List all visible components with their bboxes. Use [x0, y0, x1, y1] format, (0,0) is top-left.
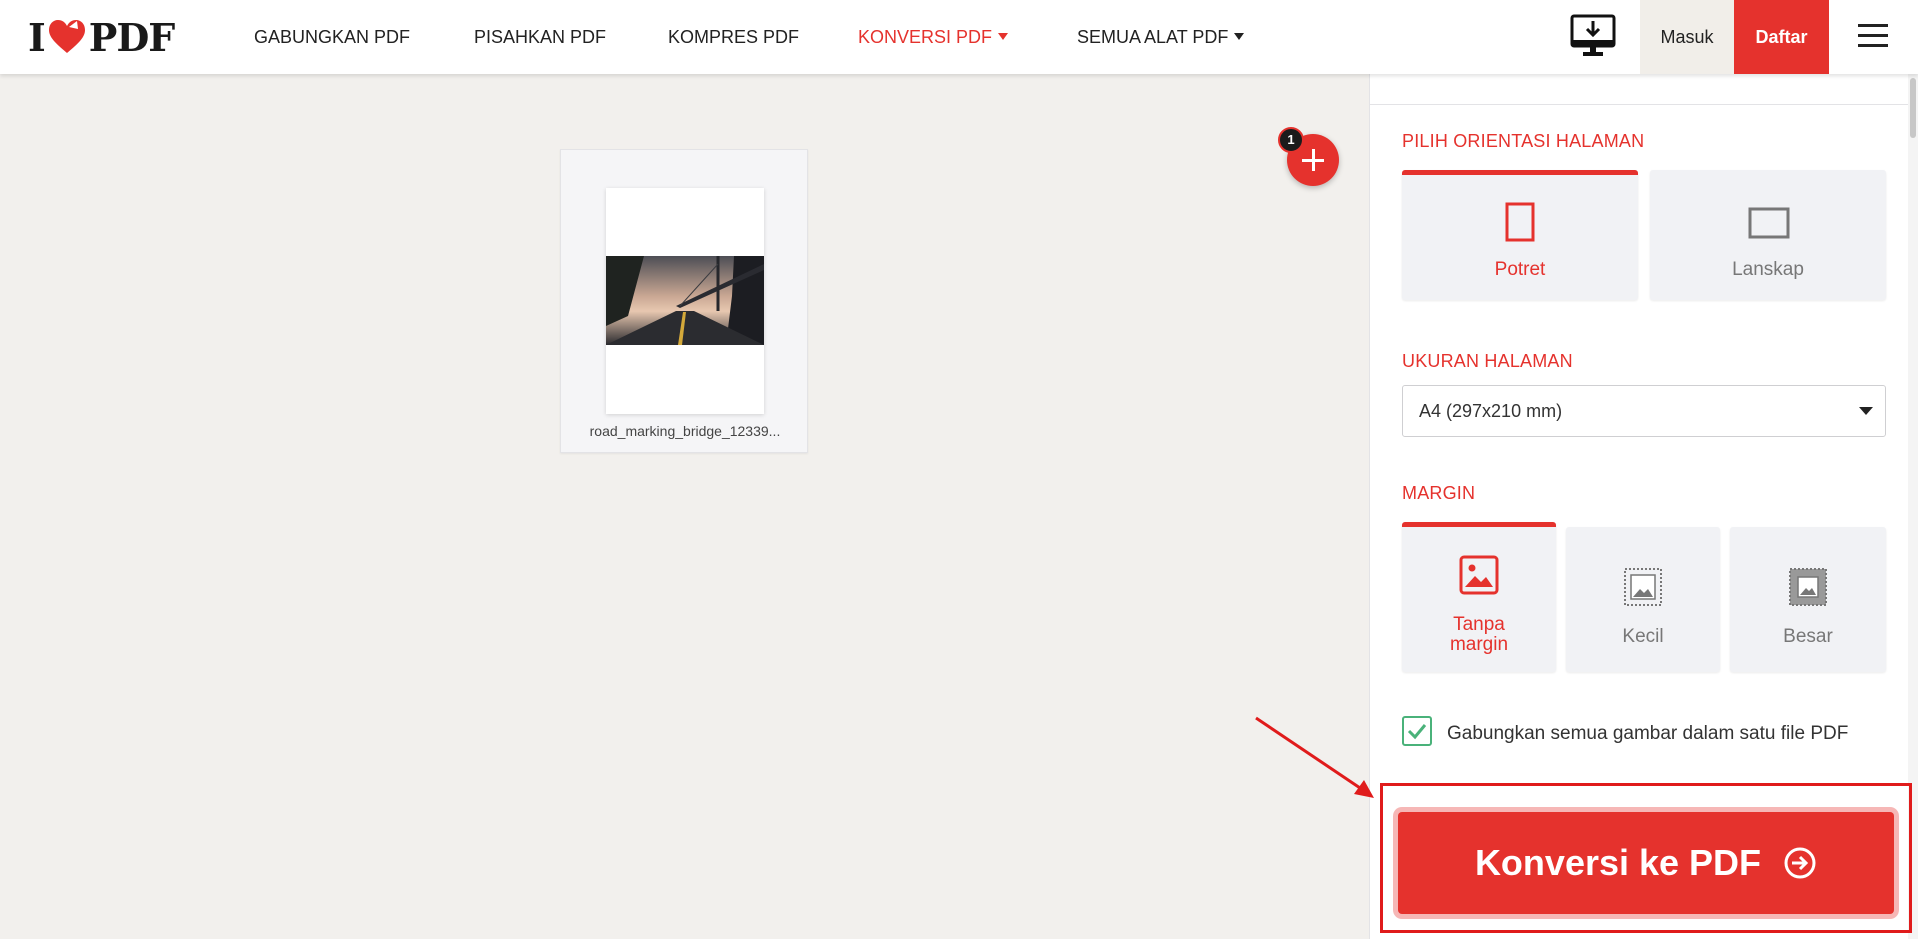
- file-thumbnail: [606, 188, 764, 414]
- nav-compress-pdf[interactable]: KOMPRES PDF: [668, 0, 799, 74]
- logo-text-left: I: [28, 14, 46, 60]
- desktop-app-button[interactable]: [1570, 14, 1616, 58]
- margin-section-title: MARGIN: [1402, 483, 1476, 503]
- nav-convert-pdf[interactable]: KONVERSI PDF: [858, 0, 1009, 74]
- file-count-badge: 1: [1278, 127, 1304, 153]
- nav-merge-pdf[interactable]: GABUNGKAN PDF: [254, 0, 410, 74]
- file-workspace: road_marking_bridge_12339... 1: [0, 74, 1369, 939]
- nav-all-tools[interactable]: SEMUA ALAT PDF: [1077, 0, 1245, 74]
- margin-small-label: Kecil: [1622, 626, 1664, 647]
- merge-images-label[interactable]: Gabungkan semua gambar dalam satu file P…: [1447, 723, 1848, 745]
- scrollbar-thumb[interactable]: [1910, 78, 1916, 138]
- portrait-page-icon: [1505, 202, 1535, 242]
- page-size-section-title: UKURAN HALAMAN: [1402, 351, 1573, 371]
- orientation-section-title: PILIH ORIENTASI HALAMAN: [1402, 131, 1645, 151]
- options-sidebar: PILIH ORIENTASI HALAMAN Potret Lanskap U…: [1369, 74, 1918, 939]
- orientation-portrait-label: Potret: [1494, 259, 1546, 280]
- convert-to-pdf-button[interactable]: Konversi ke PDF: [1398, 812, 1894, 914]
- landscape-page-icon: [1748, 207, 1790, 239]
- login-button[interactable]: Masuk: [1640, 0, 1734, 74]
- file-card[interactable]: road_marking_bridge_12339...: [560, 149, 808, 453]
- ilovepdf-logo[interactable]: I PDF: [28, 14, 176, 60]
- margin-none-option[interactable]: Tanpa margin: [1402, 522, 1556, 672]
- margin-none-label-line2: margin: [1449, 634, 1509, 655]
- divider: [1370, 104, 1918, 105]
- small-margin-image-icon: [1624, 568, 1662, 606]
- top-header: I PDF GABUNGKAN PDF PISAHKAN PDF KOMPRES…: [0, 0, 1918, 74]
- caret-down-icon: [998, 33, 1009, 40]
- caret-down-icon: [1234, 33, 1245, 40]
- desktop-download-icon: [1570, 14, 1616, 56]
- annotation-arrow-icon: [1255, 716, 1374, 798]
- bridge-photo-thumbnail: [606, 256, 764, 345]
- convert-button-label: Konversi ke PDF: [1474, 842, 1762, 883]
- nav-split-pdf[interactable]: PISAHKAN PDF: [474, 0, 606, 74]
- big-margin-image-icon: [1789, 568, 1827, 606]
- orientation-landscape-option[interactable]: Lanskap: [1650, 170, 1886, 300]
- hamburger-menu-icon[interactable]: [1858, 24, 1888, 48]
- margin-small-option[interactable]: Kecil: [1566, 527, 1720, 672]
- logo-text-right: PDF: [88, 14, 176, 60]
- margin-big-label: Besar: [1783, 626, 1833, 647]
- orientation-landscape-label: Lanskap: [1732, 259, 1804, 280]
- nav-all-tools-label: SEMUA ALAT PDF: [1077, 27, 1229, 47]
- nav-convert-pdf-label: KONVERSI PDF: [858, 27, 993, 47]
- margin-big-option[interactable]: Besar: [1730, 527, 1886, 672]
- arrow-circle-right-icon: [1784, 847, 1816, 879]
- merge-images-checkbox[interactable]: [1402, 716, 1432, 746]
- signup-button[interactable]: Daftar: [1734, 0, 1829, 74]
- page-size-selected-value: A4 (297x210 mm): [1419, 401, 1563, 421]
- heart-icon: [48, 20, 85, 53]
- file-name: road_marking_bridge_12339...: [589, 423, 781, 439]
- check-icon: [1407, 724, 1427, 740]
- page-size-select[interactable]: A4 (297x210 mm): [1402, 385, 1886, 437]
- orientation-portrait-option[interactable]: Potret: [1402, 170, 1638, 300]
- dropdown-arrow-icon: [1859, 407, 1873, 415]
- no-margin-image-icon: [1459, 555, 1499, 595]
- margin-none-label-line1: Tanpa: [1453, 614, 1505, 635]
